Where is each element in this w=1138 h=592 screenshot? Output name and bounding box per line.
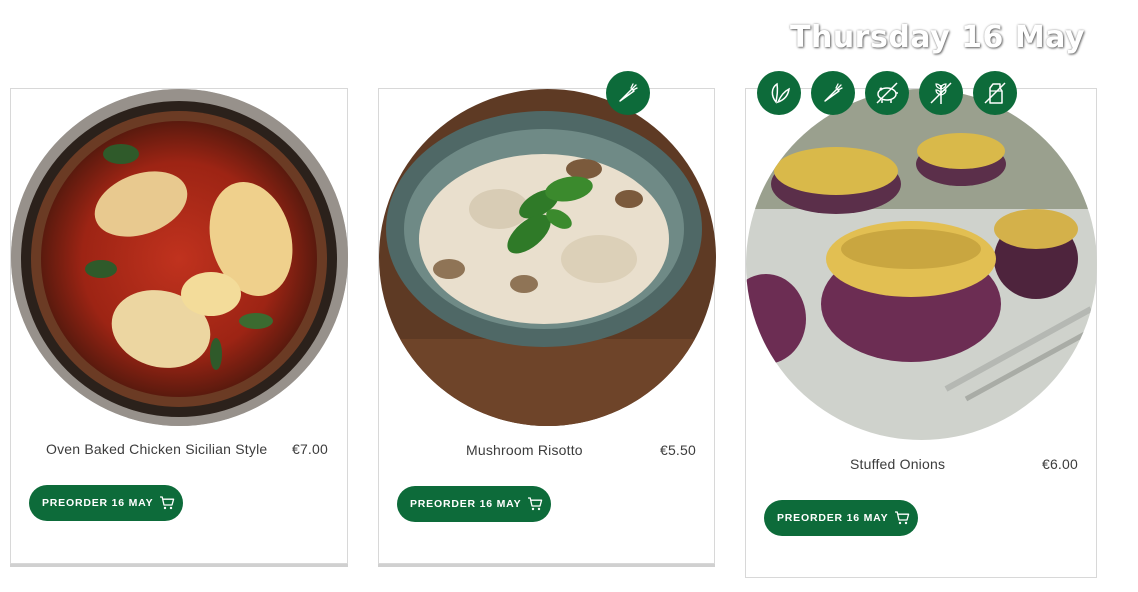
- preorder-label: PREORDER 16 MAY: [42, 497, 154, 509]
- dish-image-risotto[interactable]: [379, 89, 716, 426]
- cart-icon: [159, 496, 175, 510]
- date-heading: Thursday 16 May: [790, 20, 1086, 55]
- dish-card[interactable]: Oven Baked Chicken Sicilian Style €7.00 …: [10, 88, 348, 564]
- gluten-free-icon[interactable]: [919, 71, 963, 115]
- dish-name: Stuffed Onions: [850, 456, 946, 472]
- dish-image-stuffed-onions[interactable]: [746, 89, 1097, 440]
- vegetarian-carrot-icon[interactable]: [606, 71, 650, 115]
- preorder-button[interactable]: PREORDER 16 MAY: [397, 486, 551, 522]
- cart-icon: [527, 497, 543, 511]
- dish-card[interactable]: Mushroom Risotto €5.50 PREORDER 16 MAY: [378, 88, 716, 564]
- dish-card[interactable]: Stuffed Onions €6.00 PREORDER 16 MAY: [745, 88, 1097, 578]
- dish-price: €7.00: [291, 441, 328, 457]
- preorder-button[interactable]: PREORDER 16 MAY: [764, 500, 918, 536]
- no-pork-icon[interactable]: [865, 71, 909, 115]
- preorder-label: PREORDER 16 MAY: [777, 512, 889, 524]
- dairy-free-icon[interactable]: [973, 71, 1017, 115]
- dish-price: €5.50: [659, 442, 696, 458]
- preorder-label: PREORDER 16 MAY: [410, 498, 522, 510]
- preorder-button[interactable]: PREORDER 16 MAY: [29, 485, 183, 521]
- dish-image-chicken[interactable]: [11, 89, 348, 426]
- dish-name: Oven Baked Chicken Sicilian Style: [46, 441, 268, 457]
- cart-icon: [894, 511, 910, 525]
- vegan-leaf-icon[interactable]: [757, 71, 801, 115]
- vegetarian-carrot-icon[interactable]: [811, 71, 855, 115]
- dish-name: Mushroom Risotto: [466, 442, 583, 458]
- dish-price: €6.00: [1041, 456, 1078, 472]
